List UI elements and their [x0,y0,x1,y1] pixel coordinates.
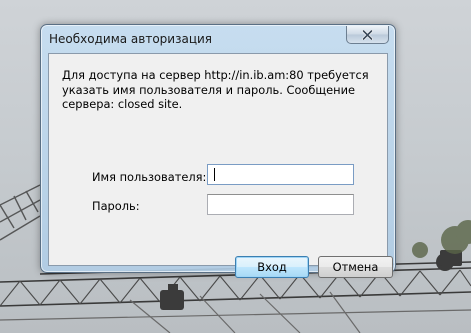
dialog-titlebar[interactable]: Необходима авторизация [41,25,395,52]
username-label: Имя пользователя: [92,170,207,184]
close-button[interactable] [346,26,389,44]
dialog-content: Для доступа на сервер http://in.ib.am:80… [48,53,393,278]
close-icon [362,29,373,40]
username-input[interactable] [207,164,354,185]
desktop-background: Необходима авторизация Для доступа на се… [0,0,471,333]
password-input[interactable] [207,194,354,215]
login-button[interactable]: Вход [235,256,309,278]
auth-message: Для доступа на сервер http://in.ib.am:80… [62,68,369,111]
password-label: Пароль: [92,199,140,213]
cancel-button[interactable]: Отмена [318,256,393,278]
dialog-title: Необходима авторизация [49,32,213,46]
authentication-dialog: Необходима авторизация Для доступа на се… [40,24,396,278]
text-caret [214,168,215,181]
